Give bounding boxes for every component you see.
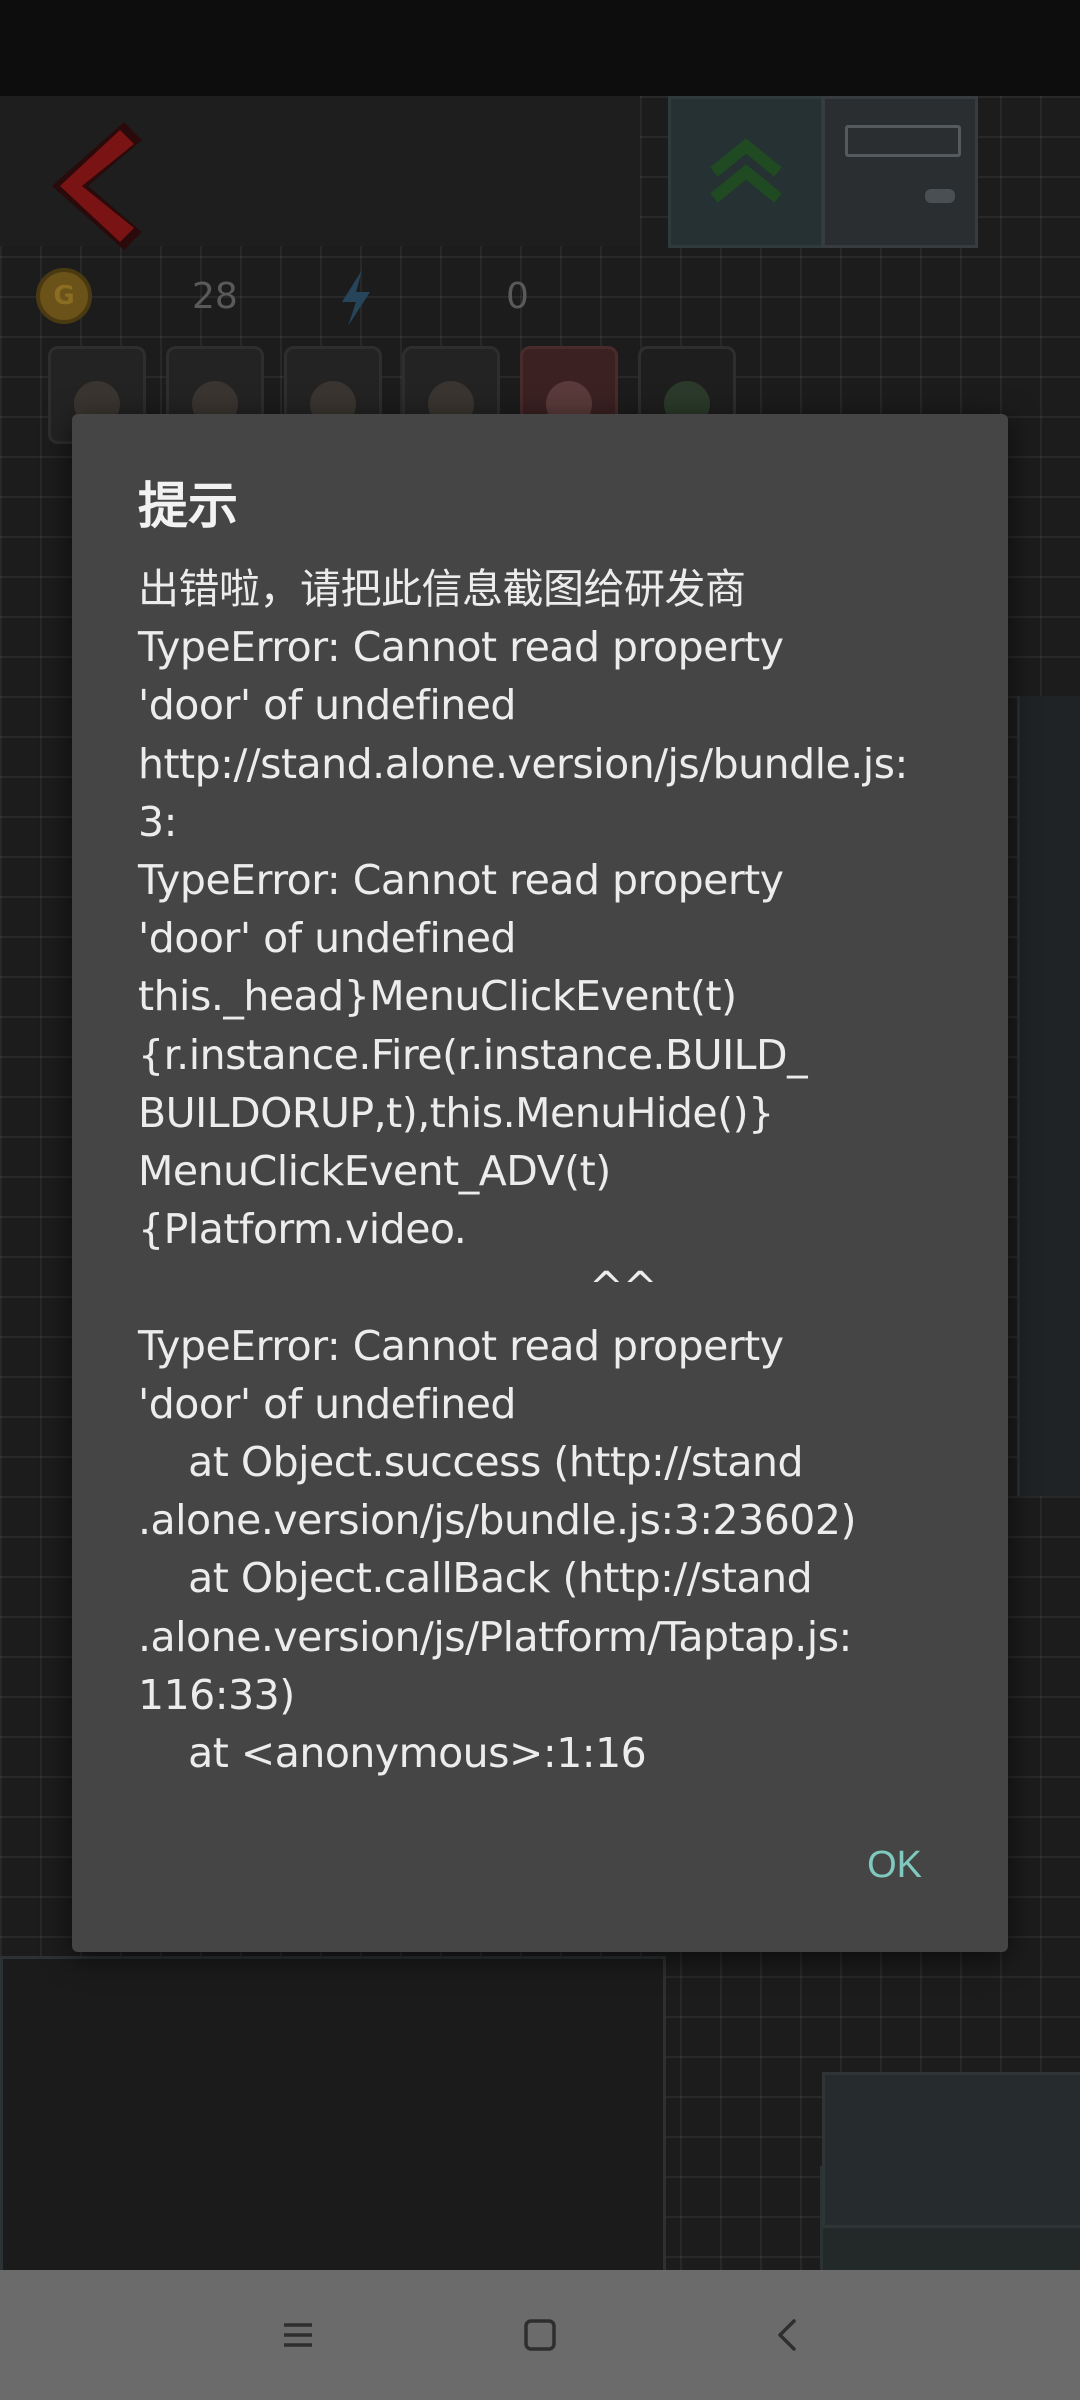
bottom-left-room bbox=[0, 1956, 666, 2270]
error-message-line: MenuClickEvent_ADV(t) bbox=[138, 1147, 611, 1196]
error-message-line: TypeError: Cannot read property bbox=[138, 856, 784, 905]
home-icon bbox=[524, 2319, 556, 2351]
resource-bar: G 28 0 bbox=[36, 268, 636, 328]
door-bottom bbox=[822, 2072, 1080, 2228]
home-button[interactable] bbox=[500, 2295, 580, 2375]
error-message-line: at Object.callBack (http://stand bbox=[138, 1554, 813, 1603]
back-button[interactable] bbox=[748, 2295, 828, 2375]
error-message-line: TypeError: Cannot read property bbox=[138, 1321, 784, 1370]
error-message-line: this._head}MenuClickEvent(t) bbox=[138, 972, 737, 1021]
error-dialog: 提示 出错啦，请把此信息截图给研发商 TypeError: Cannot read… bbox=[72, 414, 1008, 1952]
error-message-line: at Object.success (http://stand bbox=[138, 1438, 804, 1487]
error-message-line: BUILDORUP,t),this.MenuHide()} bbox=[138, 1088, 774, 1137]
error-message-line: {r.instance.Fire(r.instance.BUILD_ bbox=[138, 1030, 808, 1079]
error-message-line: 'door' of undefined bbox=[138, 914, 516, 963]
door-handle bbox=[925, 189, 955, 203]
lightning-icon bbox=[342, 270, 370, 326]
recent-apps-button[interactable] bbox=[258, 2295, 338, 2375]
dialog-title: 提示 bbox=[138, 477, 238, 535]
gold-coin-icon: G bbox=[36, 268, 92, 324]
menu-icon bbox=[284, 2323, 312, 2347]
error-message-line: .alone.version/js/Platform/Taptap.js: bbox=[138, 1612, 852, 1661]
double-chevron-up-icon bbox=[710, 138, 782, 203]
ok-button[interactable]: OK bbox=[863, 1838, 926, 1893]
error-message-line: 116:33) bbox=[138, 1670, 295, 1719]
error-message-line: 'door' of undefined bbox=[138, 681, 516, 730]
error-message-line: at <anonymous>:1:16 bbox=[138, 1729, 647, 1778]
door bbox=[822, 96, 978, 248]
system-nav-bar bbox=[0, 2270, 1080, 2400]
error-message-line: .alone.version/js/bundle.js:3:23602) bbox=[138, 1496, 856, 1545]
error-message-line: 3: bbox=[138, 797, 177, 846]
error-message-line: TypeError: Cannot read property bbox=[138, 623, 784, 672]
gold-value: 28 bbox=[192, 276, 238, 317]
door-window bbox=[845, 125, 961, 157]
error-message: 出错啦，请把此信息截图给研发商 TypeError: Cannot read pr… bbox=[138, 560, 958, 1782]
error-message-line: {Platform.video. bbox=[138, 1205, 467, 1254]
right-wall bbox=[1017, 696, 1080, 1496]
error-message-line: ^^ bbox=[138, 1263, 657, 1312]
back-icon bbox=[778, 2319, 796, 2351]
error-message-line: http://stand.alone.version/js/bundle.js: bbox=[138, 739, 908, 788]
error-message-line: 'door' of undefined bbox=[138, 1379, 516, 1428]
energy-value: 0 bbox=[506, 276, 529, 317]
back-arrow-icon[interactable] bbox=[36, 116, 146, 256]
error-message-line: 出错啦，请把此信息截图给研发商 bbox=[138, 565, 746, 613]
upgrade-button[interactable] bbox=[668, 96, 824, 248]
